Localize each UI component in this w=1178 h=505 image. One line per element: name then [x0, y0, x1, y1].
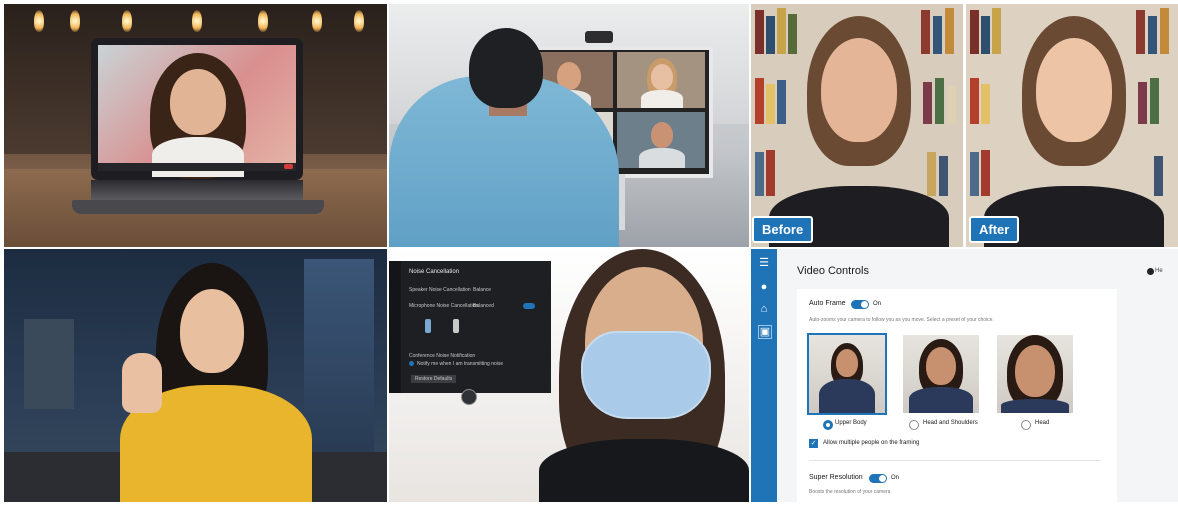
app-nav-rail: ☰ ● ⌂ ▣	[751, 249, 777, 502]
panel-sidebar	[389, 261, 401, 393]
auto-frame-label: Auto Frame	[809, 300, 846, 307]
office-monitor-photo	[389, 4, 749, 247]
face-mask	[581, 331, 711, 419]
person-shirt	[819, 379, 875, 413]
conference-notification-label: Conference Noise Notification	[409, 353, 476, 359]
fridge	[24, 319, 74, 409]
upper-body-preview[interactable]	[807, 333, 887, 415]
auto-frame-toggle[interactable]	[851, 300, 869, 309]
super-resolution-state: On	[891, 475, 900, 481]
help-link[interactable]: He	[1155, 268, 1163, 274]
super-resolution-label: Super Resolution	[809, 474, 863, 481]
before-label: Before	[752, 216, 814, 243]
panel-title: Noise Cancellation	[409, 269, 460, 275]
meeting-participant	[617, 52, 705, 108]
super-resolution-toggle[interactable]	[869, 474, 887, 483]
head-radio[interactable]	[1021, 420, 1031, 430]
upper-body-label: Upper Body	[835, 420, 867, 426]
participant-face	[651, 64, 673, 90]
light-bulb	[312, 10, 322, 32]
light-bulb	[192, 10, 202, 32]
conference-notification-sub: Notify me when I am transmitting noise	[417, 361, 504, 367]
auto-frame-state: On	[873, 301, 882, 307]
masked-woman-photo: Noise Cancellation Speaker Noise Cancell…	[389, 249, 749, 502]
light-bulb	[258, 10, 268, 32]
help-icon[interactable]	[1147, 268, 1154, 275]
super-resolution-description: Boosts the resolution of your camera	[809, 489, 891, 495]
before-image: Before	[751, 4, 963, 247]
laptop-screen	[98, 45, 296, 179]
light-bulb	[122, 10, 132, 32]
mic-nc-toggle[interactable]	[523, 303, 535, 309]
person-face	[180, 289, 244, 373]
mic-nc-value[interactable]: Balanced	[473, 303, 494, 309]
camera-icon[interactable]: ▣	[758, 325, 772, 339]
head-and-shoulders-radio[interactable]	[909, 420, 919, 430]
restore-defaults-button[interactable]: Restore Defaults	[411, 375, 457, 383]
person-shirt	[1001, 399, 1069, 413]
section-divider	[809, 460, 1101, 461]
waving-hand	[122, 353, 162, 413]
person-face	[836, 349, 858, 377]
light-bulb	[70, 10, 80, 32]
upper-body-radio[interactable]	[823, 420, 833, 430]
hamburger-menu-icon[interactable]: ☰	[758, 257, 770, 269]
man-head	[469, 28, 543, 108]
microphone-icon	[453, 319, 459, 333]
video-controls-app: ☰ ● ⌂ ▣ Video Controls He Auto Frame On …	[751, 249, 1178, 502]
person-face	[926, 347, 956, 385]
head-and-shoulders-label: Head and Shoulders	[923, 420, 978, 426]
person-face	[1015, 345, 1055, 397]
mic-nc-label: Microphone Noise Cancellation	[409, 303, 479, 309]
person-shirt	[909, 387, 973, 413]
end-call-icon	[284, 164, 293, 169]
head-and-shoulders-preview[interactable]	[903, 335, 979, 413]
noise-cancellation-panel: Noise Cancellation Speaker Noise Cancell…	[389, 261, 551, 405]
person-top	[539, 439, 749, 502]
participant-shirt	[639, 148, 685, 168]
speaker-icon	[425, 319, 431, 333]
head-preview[interactable]	[997, 335, 1073, 413]
head-label: Head	[1035, 420, 1050, 426]
person-face	[821, 38, 897, 142]
laptop-keyboard	[91, 180, 303, 200]
light-bulb	[354, 10, 364, 32]
hp-logo-icon: ●	[760, 281, 768, 293]
waving-woman-photo	[4, 249, 387, 502]
page-title: Video Controls	[797, 265, 869, 277]
speaker-nc-value[interactable]: Balance	[473, 287, 491, 293]
participant-shirt	[641, 90, 683, 108]
auto-frame-description: Auto-zooms your camera to follow you as …	[809, 317, 994, 323]
webcam	[585, 31, 613, 43]
laptop-base	[72, 200, 324, 214]
person-shirt	[152, 137, 244, 177]
laptop-video-call-photo	[4, 4, 387, 247]
speaker-nc-label: Speaker Noise Cancellation	[409, 287, 471, 293]
multi-people-label: Allow multiple people on the framing	[823, 440, 920, 446]
before-after-comparison: Before After	[751, 4, 1178, 247]
person-face	[170, 69, 226, 135]
notification-radio[interactable]	[409, 361, 414, 366]
call-toolbar	[98, 163, 296, 171]
participant-face	[651, 122, 673, 148]
person-face	[1036, 38, 1112, 142]
after-image: After	[966, 4, 1178, 247]
home-icon[interactable]: ⌂	[758, 303, 770, 315]
light-bulb	[34, 10, 44, 32]
hp-logo-icon	[461, 389, 477, 405]
multi-people-checkbox[interactable]: ✓	[809, 439, 818, 448]
after-label: After	[969, 216, 1020, 243]
window	[304, 259, 374, 479]
meeting-participant	[617, 112, 705, 168]
